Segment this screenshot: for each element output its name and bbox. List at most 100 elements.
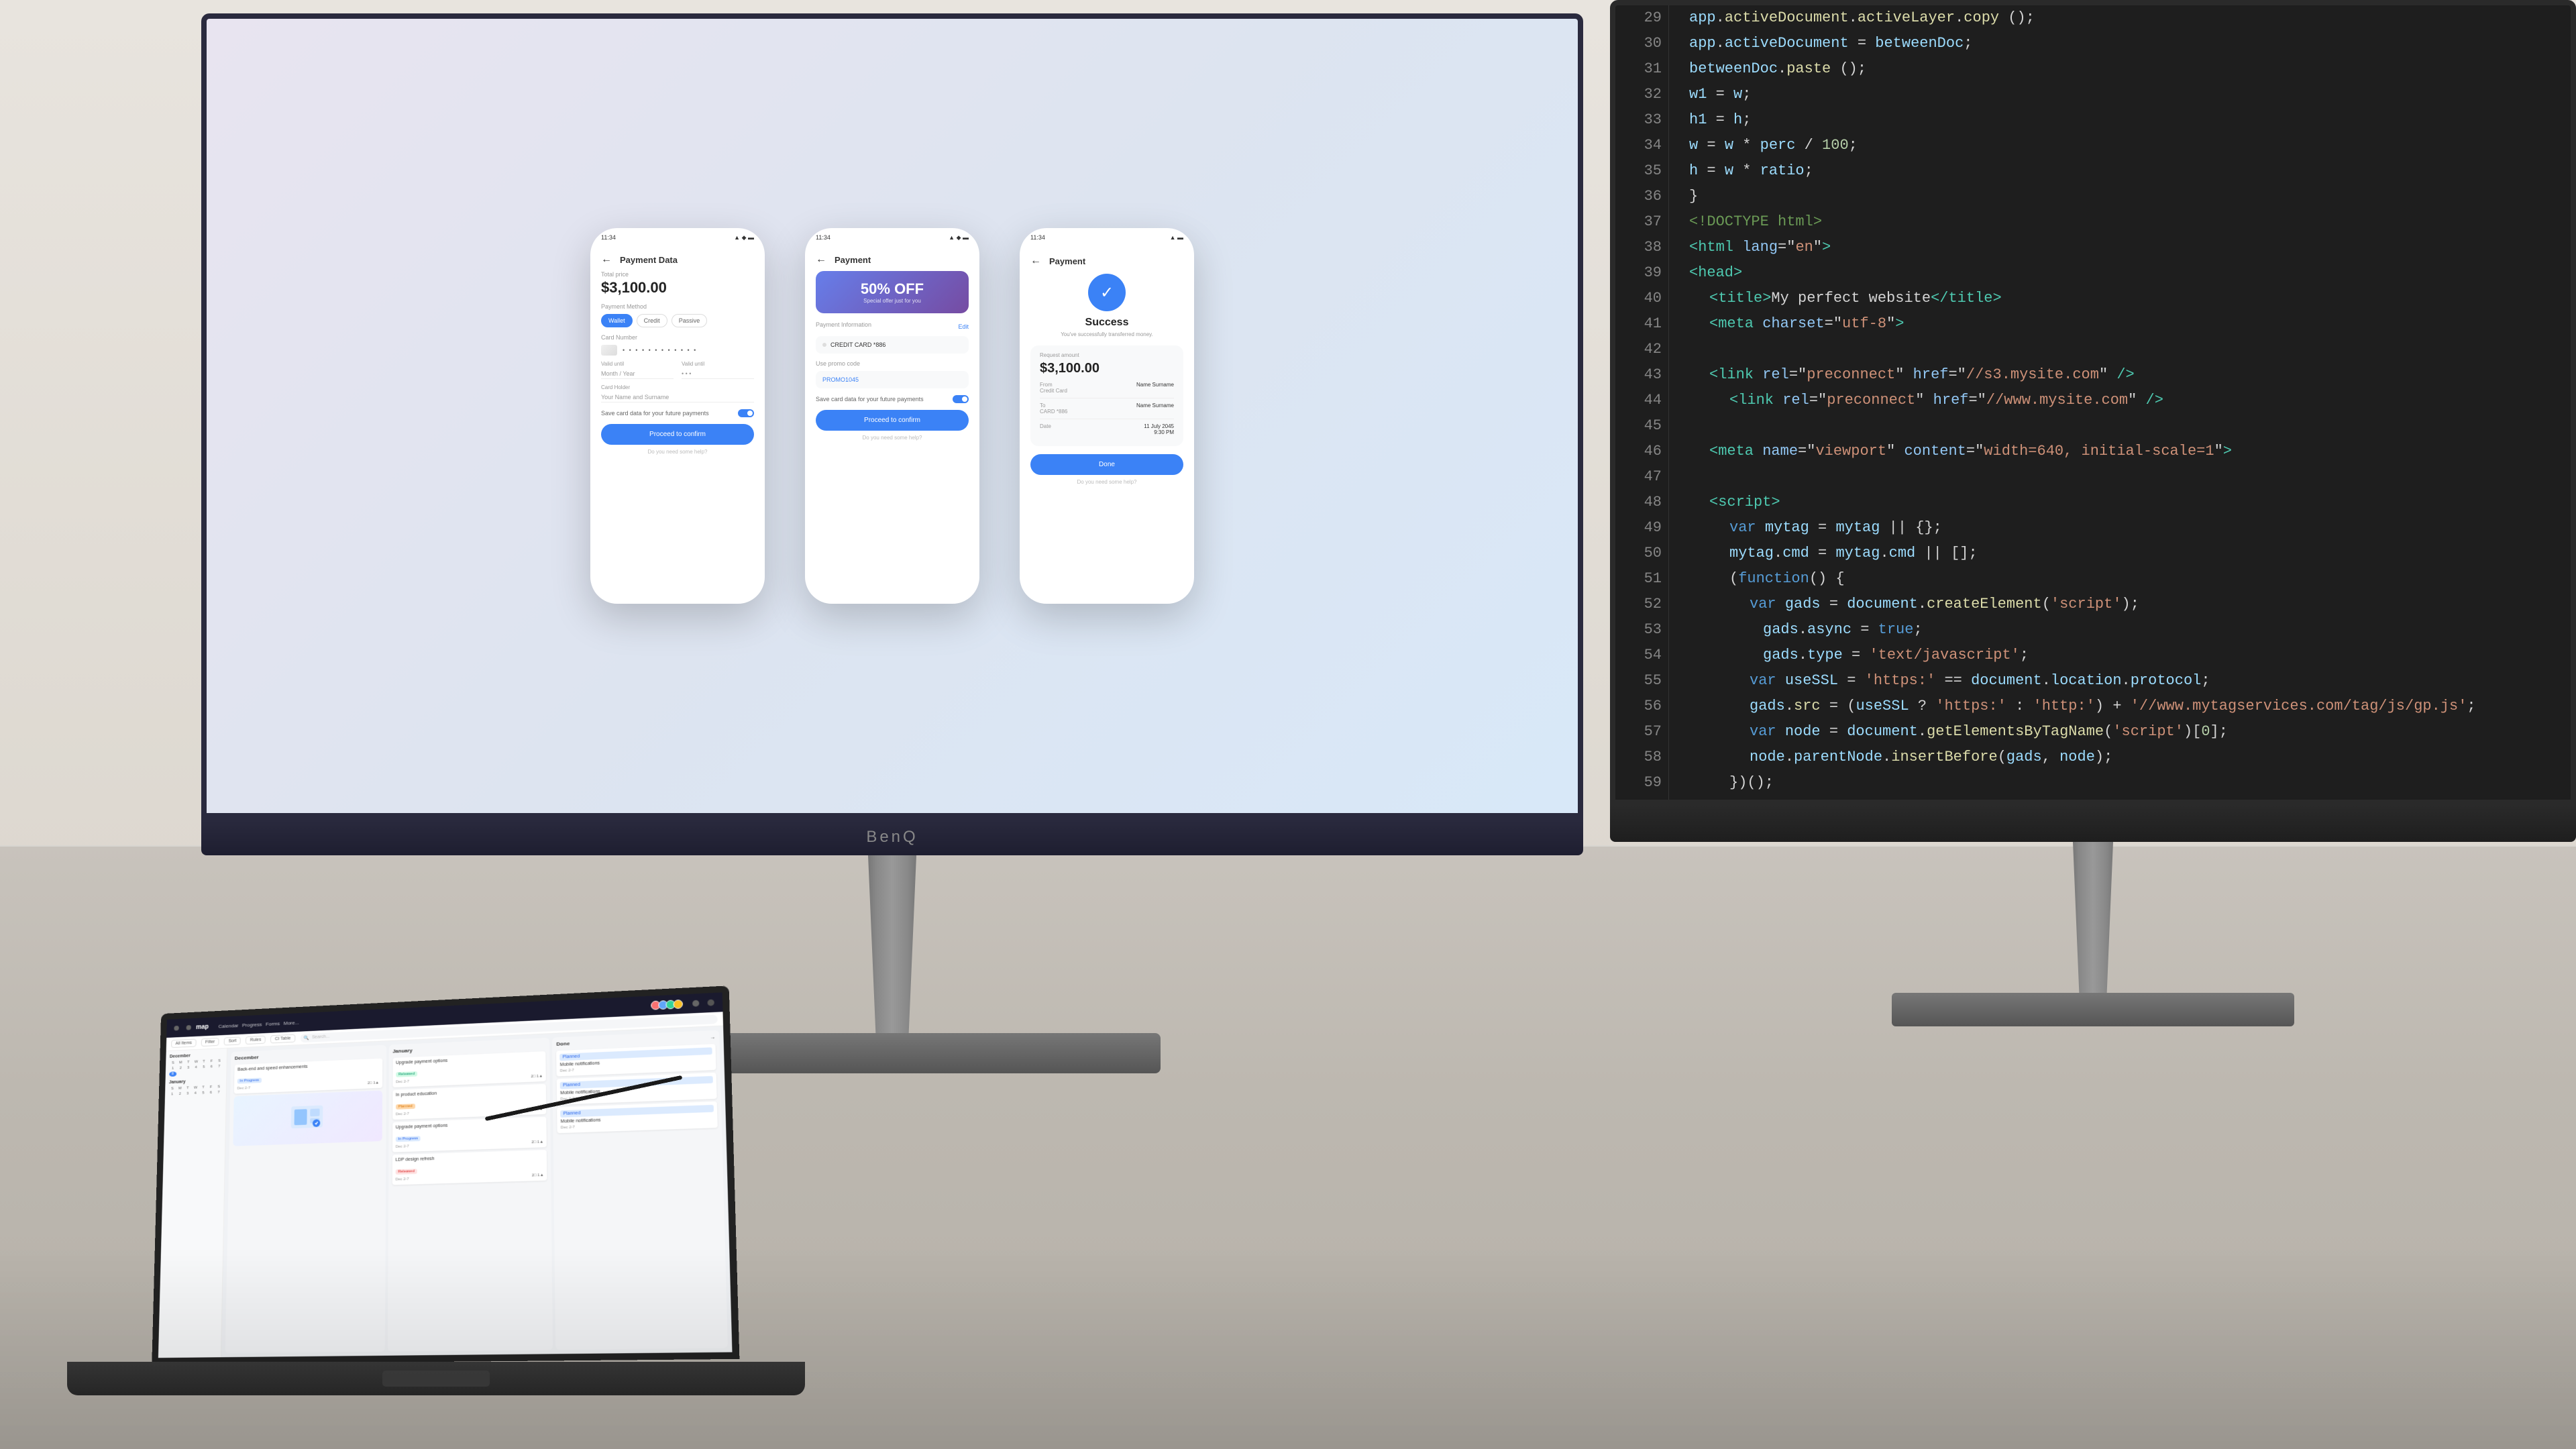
cal-day: 1 bbox=[169, 1066, 176, 1071]
kanban-card-2[interactable]: In product education Planned Dec 2-7 1□ … bbox=[392, 1084, 547, 1120]
total-amount-1: $3,100.00 bbox=[601, 279, 754, 297]
kanban-done-card-3[interactable]: Planned Mobile notifications Dec 2-7 bbox=[557, 1102, 717, 1133]
to-detail: To CARD *886 Name Surname bbox=[1040, 402, 1174, 419]
screen-title-2: Payment bbox=[835, 255, 871, 265]
nav-progress[interactable]: Progress bbox=[242, 1021, 262, 1028]
date-time: 9:30 PM bbox=[1144, 429, 1174, 435]
card-icon bbox=[601, 345, 617, 356]
cal-day: 4 bbox=[193, 1065, 200, 1071]
amount-card: Request amount $3,100.00 From Credit Car… bbox=[1030, 345, 1183, 446]
kanban-done-card-1[interactable]: Planned Mobile notifications Dec 2-7 bbox=[557, 1044, 716, 1076]
payment-info-section: Payment Information Edit CREDIT CARD *88… bbox=[816, 321, 969, 354]
code-line-40: <title>My perfect website</title> bbox=[1689, 286, 2557, 311]
save-toggle-2[interactable] bbox=[953, 395, 969, 403]
code-line-41: <meta charset="utf-8"> bbox=[1689, 311, 2557, 337]
phone-mockup-1: 11:34 ▲ ◆ ▬ ← Payment Data Total price $… bbox=[590, 228, 765, 604]
toolbar-sort[interactable]: Sort bbox=[224, 1036, 241, 1045]
toolbar-rules[interactable]: Rules bbox=[246, 1036, 266, 1044]
phone-mockup-2: 11:34 ▲ ◆ ▬ ← Payment 50% OFF Special of… bbox=[805, 228, 979, 604]
main-monitor-screen: 11:34 ▲ ◆ ▬ ← Payment Data Total price $… bbox=[201, 13, 1583, 818]
cal-day: 1 bbox=[168, 1092, 176, 1097]
date-detail: Date 11 July 2045 9:30 PM bbox=[1040, 423, 1174, 439]
back-arrow-1[interactable]: ← bbox=[601, 254, 612, 266]
right-monitor-stand-base bbox=[1892, 993, 2294, 1026]
cal-day: T bbox=[200, 1059, 207, 1065]
code-line-56: gads.src = (useSSL ? 'https:' : 'http:')… bbox=[1689, 694, 2557, 719]
card-title-2: In product education bbox=[396, 1087, 543, 1097]
search-placeholder: Search... bbox=[312, 1034, 329, 1040]
success-subtitle: You've successfully transferred money. bbox=[1030, 331, 1183, 337]
phone-mockup-3: 11:34 ▲ ▬ ← Payment ✓ Success You've suc… bbox=[1020, 228, 1194, 604]
screen-title-3: Payment bbox=[1049, 256, 1085, 266]
code-line-36: } bbox=[1689, 184, 2557, 209]
promo-section: Use promo code PROMO1045 bbox=[816, 360, 969, 388]
card-tag-3: In Progress bbox=[396, 1136, 421, 1142]
info-row: CREDIT CARD *886 bbox=[822, 341, 962, 348]
code-line-57: var node = document.getElementsByTagName… bbox=[1689, 719, 2557, 745]
nav-forms[interactable]: Forms bbox=[266, 1020, 280, 1026]
edit-btn[interactable]: Edit bbox=[958, 323, 969, 330]
pm-app-logo: map bbox=[196, 1023, 209, 1030]
toolbar-ci-table[interactable]: CI Table bbox=[270, 1034, 295, 1044]
kanban-card-4[interactable]: LDP design refresh Released Dec 2-7 2□ 1… bbox=[392, 1150, 547, 1185]
kanban-card[interactable]: Back-end and speed enhancements In Progr… bbox=[234, 1059, 382, 1094]
phone-content-2: ← Payment 50% OFF Special offer just for… bbox=[805, 247, 979, 604]
code-line-42 bbox=[1689, 337, 2557, 362]
valid-until-input[interactable]: Month / Year bbox=[601, 369, 674, 379]
info-dot bbox=[822, 343, 826, 347]
cardholder-input[interactable]: Your Name and Surname bbox=[601, 392, 754, 402]
back-arrow-2[interactable]: ← bbox=[816, 254, 826, 266]
code-line-60 bbox=[1689, 796, 2557, 800]
dot-1 bbox=[174, 1026, 178, 1031]
card-tag-2: Planned bbox=[396, 1104, 415, 1110]
cal-day: 4 bbox=[192, 1091, 199, 1096]
help-text-2: Do you need some help? bbox=[816, 435, 969, 441]
payment-header-3: ← Payment bbox=[1030, 255, 1183, 267]
nav-more[interactable]: More... bbox=[284, 1020, 299, 1026]
save-label-1: Save card data for your future payments bbox=[601, 410, 709, 417]
cal-day: 7 bbox=[215, 1064, 223, 1069]
discount-banner: 50% OFF Special offer just for you bbox=[816, 271, 969, 313]
code-line-33: h1 = h; bbox=[1689, 107, 2557, 133]
toolbar-all-items[interactable]: All Items bbox=[171, 1039, 196, 1049]
card-tag-4: Released bbox=[395, 1169, 417, 1175]
card-illustration bbox=[288, 1099, 326, 1138]
cardholder-label: Card Holder bbox=[601, 384, 754, 390]
card-tag-1: Released bbox=[396, 1071, 417, 1077]
tab-passive[interactable]: Passive bbox=[672, 314, 708, 327]
done-btn[interactable]: Done bbox=[1030, 454, 1183, 475]
signal-3: ▲ ▬ bbox=[1170, 234, 1183, 241]
proceed-btn-2[interactable]: Proceed to confirm bbox=[816, 410, 969, 431]
back-arrow-3[interactable]: ← bbox=[1030, 255, 1041, 267]
promo-input[interactable]: PROMO1045 bbox=[816, 371, 969, 388]
nav-calendar[interactable]: Calendar bbox=[219, 1022, 239, 1029]
card-holder-value: CREDIT CARD *886 bbox=[830, 341, 885, 348]
kanban-card-3[interactable]: Upgrade payment options In Progress Dec … bbox=[392, 1117, 547, 1152]
help-text-1: Do you need some help? bbox=[601, 449, 754, 455]
dot-2 bbox=[186, 1025, 191, 1030]
right-monitor-bezel bbox=[1610, 805, 2576, 842]
to-method: CARD *886 bbox=[1040, 409, 1067, 415]
valid-row: Valid until Month / Year Valid until • •… bbox=[601, 361, 754, 379]
code-line-35: h = w * ratio; bbox=[1689, 158, 2557, 184]
laptop-base bbox=[67, 1362, 805, 1395]
tab-wallet[interactable]: Wallet bbox=[601, 314, 633, 327]
card-footer-3: Dec 2-7 2□ 1▲ bbox=[396, 1140, 544, 1149]
date-1: Dec 2-7 bbox=[396, 1080, 409, 1084]
cvv-input[interactable]: • • • bbox=[682, 369, 754, 379]
tab-credit[interactable]: Credit bbox=[637, 314, 667, 327]
status-bar-1: 11:34 ▲ ◆ ▬ bbox=[590, 228, 765, 247]
january-label: January bbox=[392, 1048, 412, 1055]
monitor-brand: BenQ bbox=[866, 828, 918, 847]
proceed-btn-1[interactable]: Proceed to confirm bbox=[601, 424, 754, 445]
save-toggle-1[interactable] bbox=[738, 409, 754, 417]
toolbar-filter[interactable]: Filter bbox=[201, 1038, 219, 1046]
card-footer-1: Dec 2-7 2□ 1▲ bbox=[396, 1075, 543, 1085]
save-row-2: Save card data for your future payments bbox=[816, 395, 969, 403]
status-bar-2: 11:34 ▲ ◆ ▬ bbox=[805, 228, 979, 247]
kanban-card-1[interactable]: Upgrade payment options Released Dec 2-7… bbox=[392, 1051, 546, 1087]
cal-day: F bbox=[208, 1059, 215, 1064]
code-line-39: <head> bbox=[1689, 260, 2557, 286]
time-2: 11:34 bbox=[816, 234, 830, 241]
code-line-30: app.activeDocument = betweenDoc; bbox=[1689, 31, 2557, 56]
